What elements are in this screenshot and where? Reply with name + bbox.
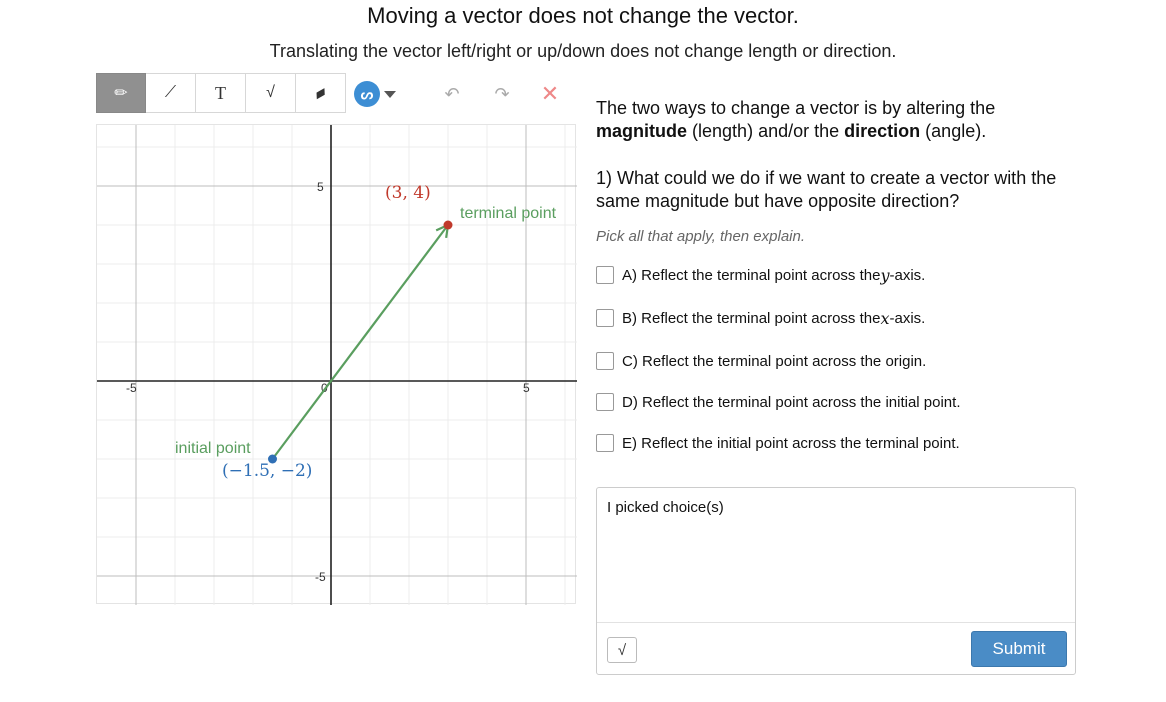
choice-checkbox[interactable] xyxy=(596,266,614,284)
undo-button[interactable]: ↶ xyxy=(440,83,464,105)
intro-text-part: (length) and/or the xyxy=(692,121,840,141)
page-title: Moving a vector does not change the vect… xyxy=(367,3,799,28)
undo-icon: ↶ xyxy=(444,83,460,104)
terminal-point-marker xyxy=(443,220,453,230)
math-icon: √ xyxy=(266,84,275,101)
intro-text-part: (angle). xyxy=(925,121,987,141)
choice-checkbox[interactable] xyxy=(596,393,614,411)
tick-label: -5 xyxy=(126,381,137,395)
text-icon: T xyxy=(215,82,226,103)
redo-icon: ↷ xyxy=(494,83,510,104)
sqrt-icon: √ xyxy=(617,641,627,659)
chevron-down-icon xyxy=(384,90,396,98)
terminal-point-coordinate: (3, 4) xyxy=(385,183,431,203)
choice-text: B) Reflect the terminal point across the xyxy=(622,309,881,327)
intro-magnitude: magnitude xyxy=(596,121,688,141)
drawing-toolbar: ✏ ⟋ T √ ▰ ᔕ ↶ ↷ ✕ xyxy=(96,73,576,115)
terminal-point-label: terminal point xyxy=(460,205,557,222)
page-subtitle: Translating the vector left/right or up/… xyxy=(269,41,897,61)
choice-b[interactable]: B) Reflect the terminal point across the… xyxy=(596,308,925,328)
close-icon: ✕ xyxy=(540,81,560,106)
choice-checkbox[interactable] xyxy=(596,434,614,452)
question-hint: Pick all that apply, then explain. xyxy=(596,228,806,245)
choice-text: E) Reflect the initial point across the … xyxy=(622,434,960,452)
answer-box[interactable]: I picked choice(s) √ Submit xyxy=(596,487,1076,675)
pencil-tool-button[interactable]: ✏ xyxy=(96,73,146,113)
color-picker-button[interactable]: ᔕ xyxy=(354,81,400,107)
choice-variable: x xyxy=(880,308,890,328)
intro-text-part: The two ways to change a vector is by al… xyxy=(596,98,996,118)
math-input-button[interactable]: √ xyxy=(607,637,637,663)
choice-text: -axis. xyxy=(889,309,926,327)
choice-a[interactable]: A) Reflect the terminal point across the… xyxy=(596,265,925,285)
choice-checkbox[interactable] xyxy=(596,309,614,327)
coordinate-plane: -5 55-50 xyxy=(97,125,577,605)
answer-input[interactable]: I picked choice(s) xyxy=(607,499,724,516)
clear-button[interactable]: ✕ xyxy=(538,81,562,106)
line-tool-button[interactable]: ⟋ xyxy=(146,73,196,113)
choice-text: A) Reflect the terminal point across the xyxy=(622,266,881,284)
choice-text: D) Reflect the terminal point across the… xyxy=(622,393,961,411)
choice-text: -axis. xyxy=(889,266,926,284)
choice-variable: y xyxy=(880,265,890,285)
intro-text: The two ways to change a vector is by al… xyxy=(596,97,1076,143)
math-tool-button[interactable]: √ xyxy=(246,73,296,113)
redo-button[interactable]: ↷ xyxy=(490,83,514,105)
choice-c[interactable]: C) Reflect the terminal point across the… xyxy=(596,351,926,371)
intro-direction: direction xyxy=(844,121,921,141)
choice-e[interactable]: E) Reflect the initial point across the … xyxy=(596,433,960,453)
graph-canvas[interactable]: -5 5 5 -5 0 terminal point (3, 4) initial po… xyxy=(96,124,577,605)
color-swatch-icon: ᔕ xyxy=(354,81,380,107)
tick-label: 5 xyxy=(523,381,530,395)
question-panel: The two ways to change a vector is by al… xyxy=(596,97,1076,452)
eraser-icon: ▰ xyxy=(311,82,331,104)
tick-label: -5 xyxy=(315,570,326,584)
initial-point-label: initial point xyxy=(175,440,251,457)
initial-point-coordinate: (−1.5, −2) xyxy=(222,461,313,481)
submit-button[interactable]: Submit xyxy=(971,631,1067,667)
choice-checkbox[interactable] xyxy=(596,352,614,370)
choice-d[interactable]: D) Reflect the terminal point across the… xyxy=(596,392,961,412)
choice-text: C) Reflect the terminal point across the… xyxy=(622,352,927,370)
text-tool-button[interactable]: T xyxy=(196,73,246,113)
eraser-tool-button[interactable]: ▰ xyxy=(296,73,346,113)
question-prompt: 1) What could we do if we want to create… xyxy=(596,168,1057,211)
tick-label: 5 xyxy=(317,180,324,194)
pencil-icon: ✏ xyxy=(114,85,128,102)
line-segment-icon: ⟋ xyxy=(164,84,177,101)
divider xyxy=(597,622,1075,623)
